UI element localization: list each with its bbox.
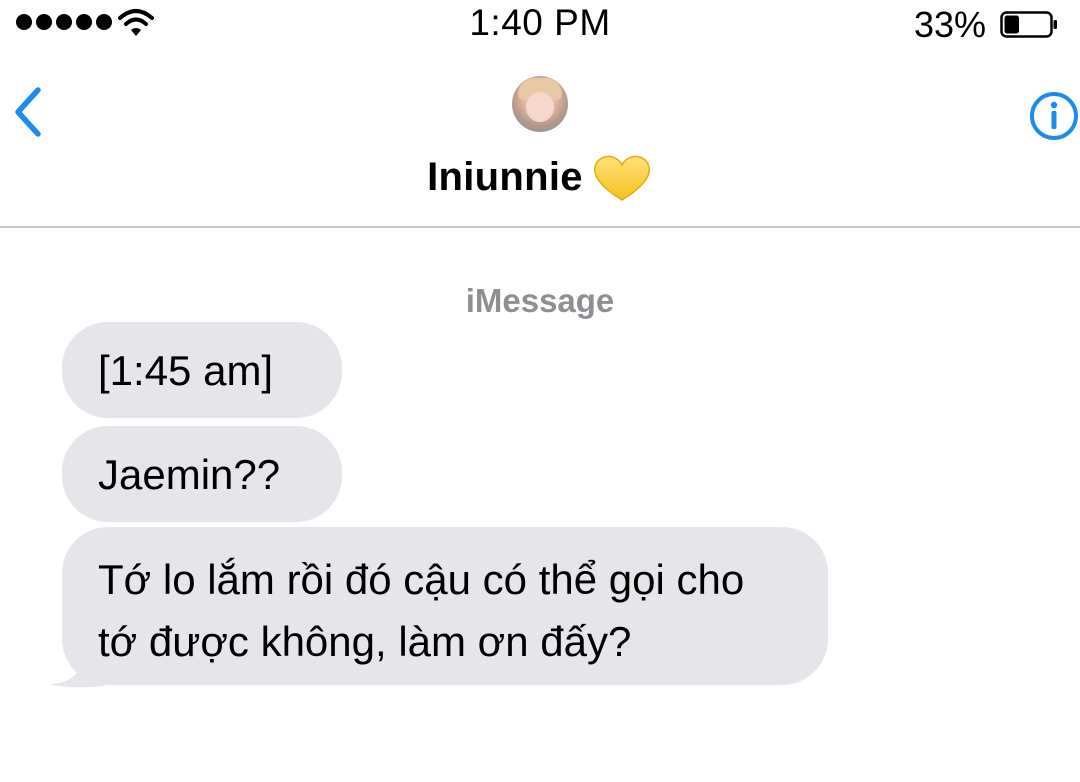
messages-screen: 1:40 PM 33% Iniunnie iMessage [1:45 am] …: [0, 0, 1080, 782]
info-icon[interactable]: [1028, 90, 1080, 142]
contact-name: Iniunnie: [427, 154, 583, 199]
status-bar: 1:40 PM 33%: [0, 0, 1080, 52]
conversation-header: Iniunnie: [0, 52, 1080, 228]
chevron-left-icon[interactable]: [8, 82, 48, 142]
contact-avatar[interactable]: [512, 76, 568, 132]
battery-percent: 33%: [913, 4, 986, 45]
message-bubble[interactable]: [1:45 am]: [62, 322, 342, 418]
battery-icon: [1000, 11, 1057, 38]
message-bubble[interactable]: Jaemin??: [62, 426, 342, 522]
yellow-heart-icon: [593, 155, 650, 201]
message-bubble[interactable]: Tớ lo lắm rồi đó cậu có thể gọi cho tớ đ…: [62, 527, 828, 685]
contact-title[interactable]: Iniunnie: [0, 152, 1080, 202]
service-label: iMessage: [465, 282, 615, 319]
